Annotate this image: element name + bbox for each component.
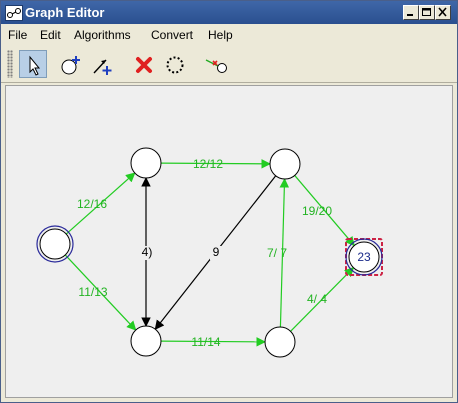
menu-bar: File Edit Algorithms Convert Help [1, 25, 457, 45]
toolbar-grip[interactable] [7, 50, 13, 78]
edge-label-c-b: 9 [213, 245, 220, 259]
menu-file[interactable]: File [8, 28, 27, 42]
circle-layout-tool-button[interactable] [160, 50, 188, 78]
add-edge-tool-button[interactable] [87, 50, 115, 78]
node-b[interactable] [130, 325, 162, 357]
edge-remove-tool-button[interactable] [201, 50, 229, 78]
edge-label-a-b: 4) [142, 245, 153, 259]
edge-label-d-t: 4/ 4 [307, 292, 327, 306]
edge-label-s-b: 11/13 [78, 285, 107, 299]
select-tool-button[interactable] [19, 50, 47, 78]
node-d[interactable] [264, 326, 296, 358]
menu-help[interactable]: Help [208, 28, 233, 42]
node-s[interactable] [39, 228, 71, 260]
edge-label-s-a: 12/16 [77, 197, 107, 211]
node-t-label: 23 [357, 250, 371, 264]
edge-label-b-d: 11/14 [191, 335, 220, 349]
minimize-button[interactable] [403, 5, 419, 20]
delete-tool-button[interactable] [129, 50, 157, 78]
toolbar [1, 46, 457, 83]
app-icon [5, 5, 23, 21]
menu-convert[interactable]: Convert [151, 28, 193, 42]
graph-view[interactable]: 12/16 11/13 12/12 11/14 9 4) 7/ 7 19/20 4/ 4 23 [6, 86, 452, 397]
window-title: Graph Editor [25, 5, 105, 20]
edge-label-d-c: 7/ 7 [267, 246, 287, 260]
edge-label-a-c: 12/12 [193, 157, 223, 171]
add-node-tool-button[interactable] [56, 50, 84, 78]
menu-algorithms[interactable]: Algorithms [74, 28, 131, 42]
maximize-button[interactable] [419, 5, 435, 20]
title-bar: Graph Editor [1, 1, 457, 24]
node-c[interactable] [269, 148, 301, 180]
menu-edit[interactable]: Edit [40, 28, 61, 42]
graph-canvas[interactable]: 12/16 11/13 12/12 11/14 9 4) 7/ 7 19/20 4/ 4 23 [5, 85, 453, 398]
close-button[interactable] [435, 5, 451, 20]
node-a[interactable] [130, 147, 162, 179]
edge-label-c-t: 19/20 [302, 204, 332, 218]
graph-editor-window: Graph Editor File Edit Algorithms Conver… [0, 0, 458, 403]
